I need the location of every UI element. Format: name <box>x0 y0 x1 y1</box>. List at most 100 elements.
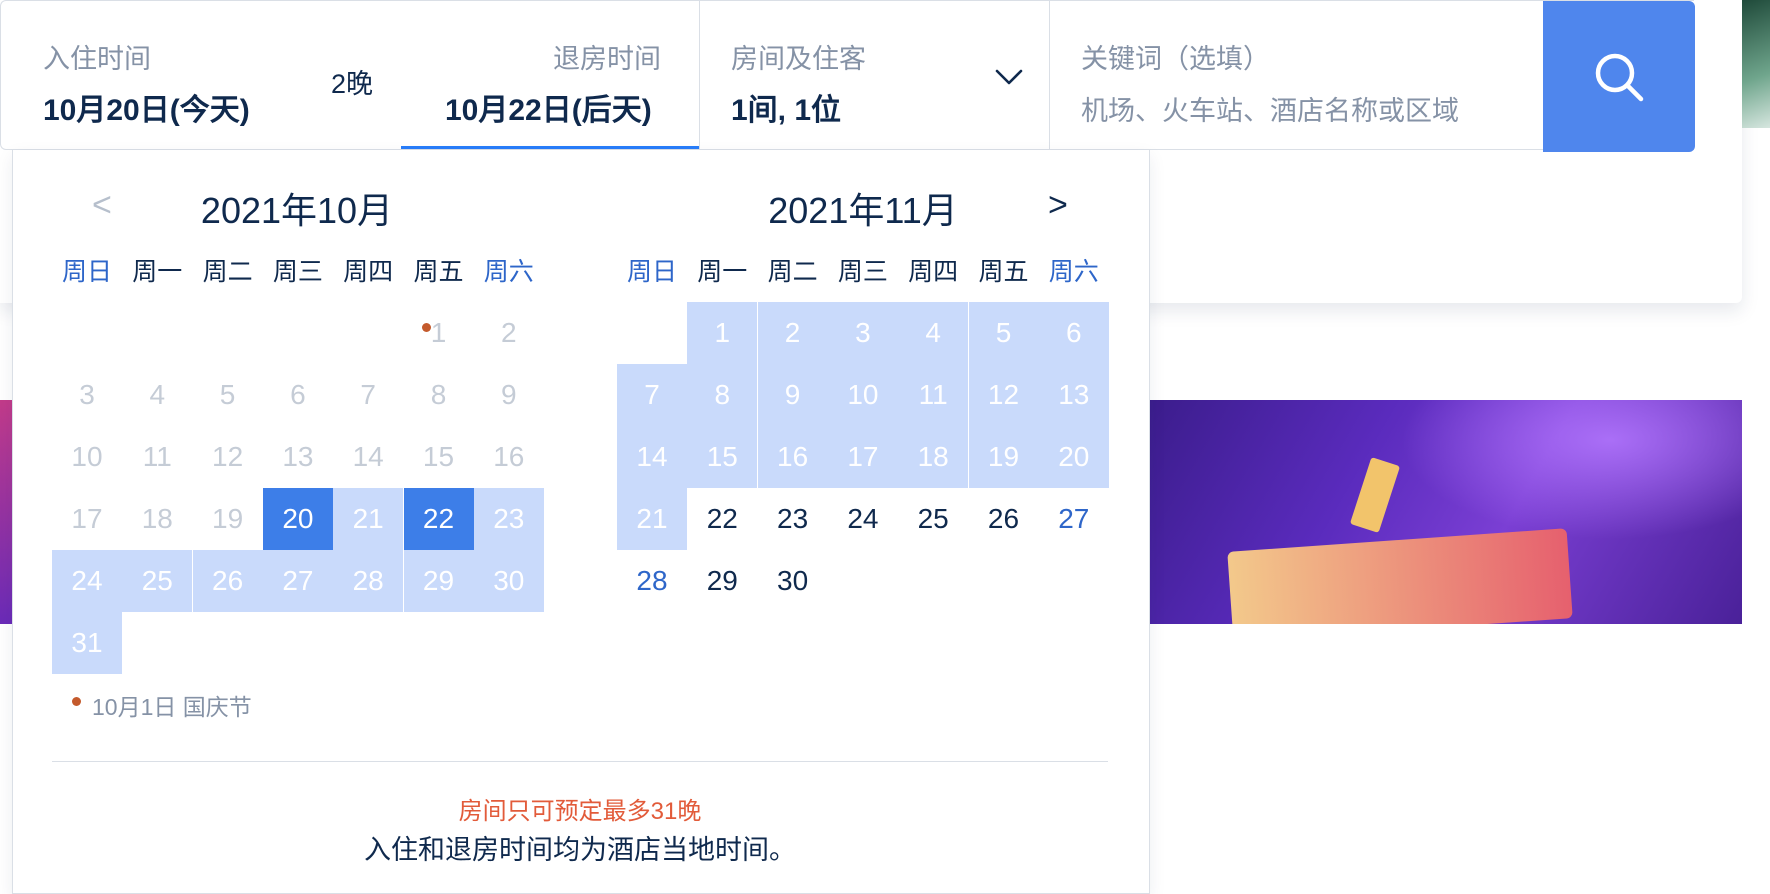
rooms-guests-label: 房间及住客 <box>731 44 866 74</box>
calendar-day[interactable]: 13 <box>1038 364 1109 426</box>
calendar-day[interactable]: 15 <box>687 426 758 488</box>
calendar-day[interactable]: 23 <box>758 488 828 550</box>
calendar-day[interactable]: 8 <box>687 364 758 426</box>
banner-glow <box>1400 400 1742 540</box>
calendar-day[interactable]: 24 <box>52 550 122 612</box>
calendar-day: 8 <box>430 379 447 410</box>
calendar-day[interactable]: 19 <box>968 426 1039 488</box>
calendar-day: 12 <box>212 441 244 472</box>
calendar-day[interactable]: 24 <box>828 488 898 550</box>
calendar-day[interactable]: 16 <box>757 426 828 488</box>
calendar-day[interactable]: 30 <box>473 550 544 612</box>
calendar-day[interactable]: 29 <box>687 550 757 612</box>
holiday-dot-icon <box>72 697 81 706</box>
calendar-day: 18 <box>141 503 173 534</box>
holiday-dot-icon <box>421 323 431 332</box>
weekday-header: 周日 <box>626 258 677 286</box>
calendar-day: 2 <box>501 317 517 348</box>
chevron-down-icon[interactable] <box>994 61 1024 91</box>
calendar-day: 9 <box>501 379 517 410</box>
calendar-day[interactable]: 2 <box>757 302 828 364</box>
weekday-header: 周一 <box>132 258 183 286</box>
calendar-day[interactable]: 20 <box>1038 426 1109 488</box>
calendar-day[interactable]: 1 <box>687 302 758 364</box>
calendar-day: 16 <box>493 441 525 472</box>
calendar-day[interactable]: 26 <box>969 488 1039 550</box>
calendar-day: 17 <box>71 503 103 534</box>
month-title-november: 2021年11月 <box>768 190 958 231</box>
weekday-header: 周四 <box>908 258 959 286</box>
holiday-legend: 10月1日 国庆节 <box>92 694 252 720</box>
weekday-header: 周六 <box>1048 258 1099 286</box>
calendar-day: 6 <box>290 379 306 410</box>
month-title-october: 2021年10月 <box>200 190 394 231</box>
banner-confetti-graphic <box>1349 457 1401 533</box>
calendar-day[interactable]: 27 <box>1039 488 1109 550</box>
calendar-day[interactable]: 21 <box>333 488 404 550</box>
calendar-day[interactable]: 9 <box>757 364 828 426</box>
calendar-day[interactable]: 7 <box>617 364 687 426</box>
calendar-day: 4 <box>149 379 166 410</box>
calendar-day[interactable]: 3 <box>827 302 898 364</box>
calendar-day: 3 <box>79 379 95 410</box>
weekday-header: 周三 <box>272 258 323 286</box>
calendar-day[interactable]: 11 <box>898 364 969 426</box>
weekday-header: 周四 <box>343 258 394 286</box>
corner-photo-edge <box>1742 0 1770 128</box>
active-field-underline <box>401 146 699 149</box>
calendar-day: 19 <box>212 503 244 534</box>
search-icon <box>1595 53 1644 101</box>
calendar-day[interactable]: 22 <box>687 488 757 550</box>
field-divider <box>1049 1 1050 151</box>
calendar-day[interactable]: 23 <box>473 488 544 550</box>
prev-month-button[interactable]: < <box>92 188 112 222</box>
calendar-day[interactable]: 21 <box>617 488 687 550</box>
checkout-date[interactable]: 10月22日(后天) <box>445 85 652 129</box>
calendar-day: 5 <box>219 379 236 410</box>
next-month-button[interactable]: > <box>1048 188 1068 222</box>
max-nights-warning: 房间只可预定最多31晚 <box>458 798 702 825</box>
calendar-day[interactable]: 4 <box>898 302 969 364</box>
calendar-day: 7 <box>360 379 376 410</box>
weekday-header: 周五 <box>413 258 464 286</box>
calendar-day: 13 <box>282 441 314 472</box>
calendar-day[interactable]: 30 <box>758 550 828 612</box>
calendar-day[interactable]: 25 <box>122 550 193 612</box>
calendar-day[interactable]: 29 <box>403 550 474 612</box>
calendar-day[interactable]: 14 <box>617 426 687 488</box>
calendar-day: 15 <box>422 441 455 472</box>
weekday-header: 周二 <box>202 258 253 286</box>
search-button[interactable] <box>1543 1 1695 152</box>
calendar-day[interactable]: 20 <box>262 488 333 550</box>
nights-count: 2晚 <box>331 69 374 99</box>
calendar-day[interactable]: 17 <box>827 426 898 488</box>
checkin-date[interactable]: 10月20日(今天) <box>43 85 250 129</box>
calendar-day[interactable]: 12 <box>968 364 1039 426</box>
calendar-day[interactable]: 26 <box>192 550 263 612</box>
weekday-header: 周五 <box>978 258 1029 286</box>
calendar-day[interactable]: 25 <box>898 488 968 550</box>
calendar-day[interactable]: 28 <box>333 550 404 612</box>
calendar-day[interactable]: 28 <box>617 550 687 612</box>
calendar-day[interactable]: 6 <box>1038 302 1109 364</box>
calendar-day[interactable]: 10 <box>827 364 898 426</box>
calendar-day[interactable]: 27 <box>262 550 333 612</box>
calendar-day[interactable]: 18 <box>898 426 969 488</box>
keyword-input[interactable]: 机场、火车站、酒店名称或区域 <box>1081 89 1459 128</box>
calendar-day[interactable]: 22 <box>403 488 474 550</box>
weekday-header: 周一 <box>697 258 748 286</box>
hotel-search-bar: 入住时间 10月20日(今天) 2晚 退房时间 10月22日(后天) 房间及住客… <box>0 0 1695 152</box>
promo-banner-left-edge[interactable] <box>0 400 12 624</box>
weekday-header: 周日 <box>61 258 112 286</box>
calendar-divider <box>52 761 1108 762</box>
weekday-header: 周三 <box>837 258 888 286</box>
calendar-day: 14 <box>352 441 384 472</box>
keyword-label: 关键词（选填） <box>1081 44 1270 74</box>
calendar-day[interactable]: 5 <box>968 302 1039 364</box>
calendar-day: 11 <box>142 441 172 472</box>
checkin-label: 入住时间 <box>43 44 151 74</box>
rooms-guests-value[interactable]: 1间, 1位 <box>731 85 841 129</box>
banner-ticket-graphic <box>1227 528 1573 624</box>
calendar-day[interactable]: 31 <box>52 612 122 674</box>
promo-banner[interactable] <box>1140 400 1742 624</box>
